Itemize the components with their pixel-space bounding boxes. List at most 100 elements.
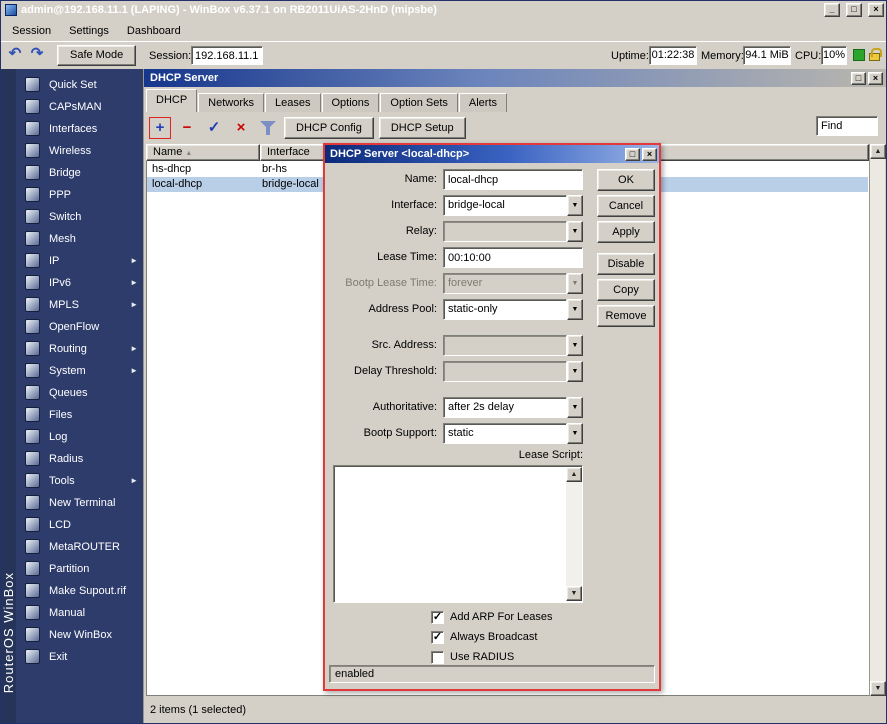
delay-threshold-input[interactable] — [443, 361, 567, 382]
relay-dropdown-button[interactable]: ▼ — [567, 221, 583, 242]
sidebar-item-system[interactable]: System► — [16, 360, 143, 382]
sidebar-item-partition[interactable]: Partition — [16, 558, 143, 580]
find-input[interactable] — [816, 116, 878, 136]
dhcp-setup-button[interactable]: DHCP Setup — [379, 117, 466, 139]
sidebar-item-bridge[interactable]: Bridge — [16, 162, 143, 184]
sidebar-item-radius[interactable]: Radius — [16, 448, 143, 470]
sidebar-item-exit[interactable]: Exit — [16, 646, 143, 668]
sidebar-item-manual[interactable]: Manual — [16, 602, 143, 624]
interface-dropdown-button[interactable]: ▼ — [567, 195, 583, 216]
sidebar-item-new-terminal[interactable]: New Terminal — [16, 492, 143, 514]
uptime-label: Uptime: — [611, 49, 649, 63]
sidebar-item-files[interactable]: Files — [16, 404, 143, 426]
bootp-support-dropdown-button[interactable]: ▼ — [567, 423, 583, 444]
sidebar-item-ip[interactable]: IP► — [16, 250, 143, 272]
table-scrollbar[interactable]: ▲ ▼ — [869, 144, 885, 696]
tab-dhcp[interactable]: DHCP — [146, 89, 197, 112]
sidebar-item-log[interactable]: Log — [16, 426, 143, 448]
sidebar-item-metarouter[interactable]: MetaROUTER — [16, 536, 143, 558]
tab-option-sets[interactable]: Option Sets — [380, 93, 457, 112]
lease-script-input[interactable] — [333, 465, 583, 603]
add-button[interactable]: + — [149, 117, 171, 139]
scroll-down-button[interactable]: ▼ — [566, 586, 582, 601]
lease-time-input[interactable] — [443, 247, 583, 268]
brand-text: RouterOS WinBox — [1, 572, 16, 693]
address-pool-input[interactable]: static-only — [443, 299, 567, 320]
sidebar-item-routing[interactable]: Routing► — [16, 338, 143, 360]
dialog-title-bar[interactable]: DHCP Server <local-dhcp> □ × — [325, 145, 659, 163]
ok-button[interactable]: OK — [597, 169, 655, 191]
copy-button[interactable]: Copy — [597, 279, 655, 301]
dhcp-config-button[interactable]: DHCP Config — [284, 117, 374, 139]
title-bar[interactable]: admin@192.168.11.1 (LAPING) - WinBox v6.… — [1, 1, 886, 19]
mpls-icon — [25, 297, 40, 312]
remove-button-dialog[interactable]: Remove — [597, 305, 655, 327]
sidebar-item-mesh[interactable]: Mesh — [16, 228, 143, 250]
lcd-icon — [25, 517, 40, 532]
sidebar-item-openflow[interactable]: OpenFlow — [16, 316, 143, 338]
name-input[interactable] — [443, 169, 583, 190]
cancel-button[interactable]: Cancel — [597, 195, 655, 217]
submenu-arrow-icon: ► — [130, 338, 138, 360]
close-button[interactable]: × — [868, 3, 884, 17]
src-address-input[interactable] — [443, 335, 567, 356]
always-broadcast-checkbox[interactable]: ✓ — [431, 631, 444, 644]
wireless-icon — [25, 143, 40, 158]
ipv6-icon — [25, 275, 40, 290]
lease-script-scrollbar[interactable]: ▲ ▼ — [566, 467, 582, 601]
disable-button-dialog[interactable]: Disable — [597, 253, 655, 275]
session-input[interactable] — [191, 46, 263, 65]
disable-button[interactable]: × — [230, 117, 252, 139]
sidebar-item-interfaces[interactable]: Interfaces — [16, 118, 143, 140]
submenu-arrow-icon: ► — [130, 272, 138, 294]
tab-networks[interactable]: Networks — [198, 93, 264, 112]
apply-button[interactable]: Apply — [597, 221, 655, 243]
sidebar-item-ipv6[interactable]: IPv6► — [16, 272, 143, 294]
sidebar-item-wireless[interactable]: Wireless — [16, 140, 143, 162]
sidebar-item-new-winbox[interactable]: New WinBox — [16, 624, 143, 646]
scroll-up-button[interactable]: ▲ — [566, 467, 582, 482]
dialog-maximize-button[interactable]: □ — [625, 148, 640, 161]
column-header-name[interactable]: Name ▲ — [146, 144, 260, 161]
sidebar-item-ppp[interactable]: PPP — [16, 184, 143, 206]
safe-mode-button[interactable]: Safe Mode — [57, 45, 136, 66]
sidebar-item-make-supout[interactable]: Make Supout.rif — [16, 580, 143, 602]
dhcp-window-title-bar[interactable]: DHCP Server □ × — [144, 69, 886, 87]
dhcp-window-maximize-button[interactable]: □ — [851, 72, 866, 85]
tab-alerts[interactable]: Alerts — [459, 93, 507, 112]
address-pool-dropdown-button[interactable]: ▼ — [567, 299, 583, 320]
redo-icon[interactable]: ↷ — [27, 44, 47, 66]
scroll-up-button[interactable]: ▲ — [870, 144, 886, 159]
sidebar-item-switch[interactable]: Switch — [16, 206, 143, 228]
tab-leases[interactable]: Leases — [265, 93, 320, 112]
undo-icon[interactable]: ↶ — [5, 44, 25, 66]
dhcp-window-close-button[interactable]: × — [868, 72, 883, 85]
remove-button[interactable]: − — [176, 117, 198, 139]
filter-icon[interactable] — [257, 117, 279, 139]
capsman-icon — [25, 99, 40, 114]
enable-button[interactable]: ✓ — [203, 117, 225, 139]
sidebar-item-capsman[interactable]: CAPsMAN — [16, 96, 143, 118]
sidebar-item-lcd[interactable]: LCD — [16, 514, 143, 536]
use-radius-checkbox[interactable] — [431, 651, 444, 664]
bootp-support-input[interactable]: static — [443, 423, 567, 444]
minimize-button[interactable]: _ — [824, 3, 840, 17]
add-arp-checkbox[interactable]: ✓ — [431, 611, 444, 624]
menu-session[interactable]: Session — [3, 23, 60, 39]
tab-options[interactable]: Options — [322, 93, 380, 112]
scroll-down-button[interactable]: ▼ — [870, 681, 886, 696]
authoritative-dropdown-button[interactable]: ▼ — [567, 397, 583, 418]
delay-threshold-dropdown-button[interactable]: ▼ — [567, 361, 583, 382]
relay-input[interactable] — [443, 221, 567, 242]
src-address-dropdown-button[interactable]: ▼ — [567, 335, 583, 356]
sidebar-item-queues[interactable]: Queues — [16, 382, 143, 404]
authoritative-input[interactable]: after 2s delay — [443, 397, 567, 418]
sidebar-item-tools[interactable]: Tools► — [16, 470, 143, 492]
menu-settings[interactable]: Settings — [60, 23, 118, 39]
interface-input[interactable]: bridge-local — [443, 195, 567, 216]
menu-dashboard[interactable]: Dashboard — [118, 23, 190, 39]
sidebar-item-mpls[interactable]: MPLS► — [16, 294, 143, 316]
sidebar-item-quick-set[interactable]: Quick Set — [16, 74, 143, 96]
dialog-close-button[interactable]: × — [642, 148, 657, 161]
maximize-button[interactable]: □ — [846, 3, 862, 17]
